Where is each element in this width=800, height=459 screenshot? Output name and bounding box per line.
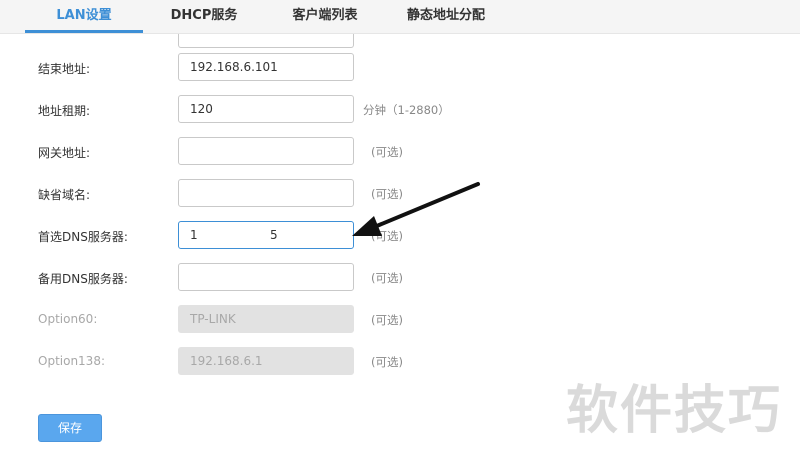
gateway-label: 网关地址: <box>38 146 91 160</box>
tab-static-address[interactable]: 静态地址分配 <box>392 0 500 33</box>
option60-row: Option60: TP-LINK (可选) <box>0 305 800 335</box>
save-button[interactable]: 保存 <box>38 414 102 442</box>
option60-label: Option60: <box>38 312 98 326</box>
start-address-input[interactable] <box>178 34 354 48</box>
tab-bar: LAN设置 DHCP服务 客户端列表 静态地址分配 <box>0 0 800 34</box>
gateway-input[interactable] <box>178 137 354 165</box>
lease-row: 地址租期: 120 分钟（1-2880） <box>0 95 800 125</box>
tab-client-list[interactable]: 客户端列表 <box>275 0 375 33</box>
option60-input: TP-LINK <box>178 305 354 333</box>
tab-lan-settings[interactable]: LAN设置 <box>25 0 143 33</box>
end-address-input[interactable]: 192.168.6.101 <box>178 53 354 81</box>
dns-primary-value-tail: 5 <box>270 228 278 242</box>
gateway-row: 网关地址: (可选) <box>0 137 800 167</box>
option138-hint: (可选) <box>371 355 403 369</box>
dns-primary-hint: (可选) <box>371 229 403 243</box>
domain-row: 缺省域名: (可选) <box>0 179 800 209</box>
tab-dhcp-service[interactable]: DHCP服务 <box>158 0 250 33</box>
lease-label: 地址租期: <box>38 104 91 118</box>
domain-hint: (可选) <box>371 187 403 201</box>
active-tab-indicator <box>25 30 143 33</box>
dns-secondary-hint: (可选) <box>371 271 403 285</box>
dns-primary-row: 首选DNS服务器: 1 5 (可选) <box>0 221 800 251</box>
option60-hint: (可选) <box>371 313 403 327</box>
watermark-text: 软件技巧 <box>566 381 783 441</box>
domain-label: 缺省域名: <box>38 188 91 202</box>
dns-primary-label: 首选DNS服务器: <box>38 230 128 244</box>
lease-input[interactable]: 120 <box>178 95 354 123</box>
option138-input: 192.168.6.1 <box>178 347 354 375</box>
dns-secondary-label: 备用DNS服务器: <box>38 272 128 286</box>
dns-secondary-row: 备用DNS服务器: (可选) <box>0 263 800 293</box>
end-address-label: 结束地址: <box>38 62 91 76</box>
dns-redaction-mask <box>199 222 255 248</box>
start-address-row <box>0 34 800 48</box>
option138-label: Option138: <box>38 354 105 368</box>
domain-input[interactable] <box>178 179 354 207</box>
lease-hint: 分钟（1-2880） <box>363 103 450 117</box>
gateway-hint: (可选) <box>371 145 403 159</box>
end-address-row: 结束地址: 192.168.6.101 <box>0 53 800 83</box>
dns-secondary-input[interactable] <box>178 263 354 291</box>
